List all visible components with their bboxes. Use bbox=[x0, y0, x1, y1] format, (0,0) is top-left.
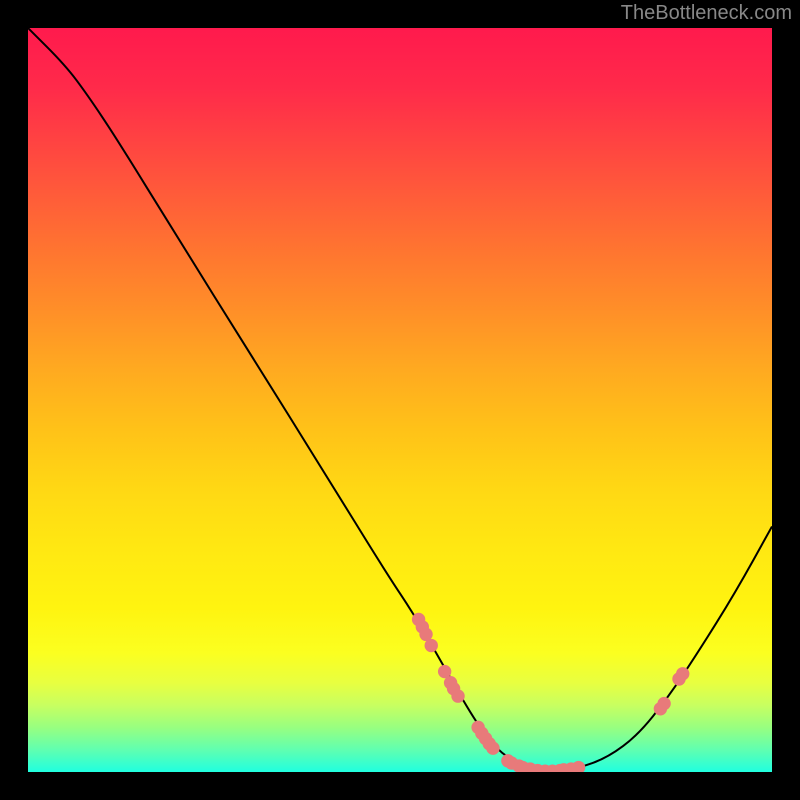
chart-marker bbox=[425, 639, 438, 652]
chart-curve bbox=[28, 28, 772, 771]
chart-marker bbox=[657, 697, 670, 710]
watermark-text: TheBottleneck.com bbox=[621, 2, 792, 25]
chart-marker bbox=[451, 689, 464, 702]
chart-svg bbox=[28, 28, 772, 772]
chart-marker bbox=[486, 741, 499, 754]
chart-plot-area bbox=[28, 28, 772, 772]
chart-marker bbox=[676, 667, 689, 680]
chart-markers bbox=[412, 613, 690, 772]
chart-marker bbox=[572, 761, 585, 772]
